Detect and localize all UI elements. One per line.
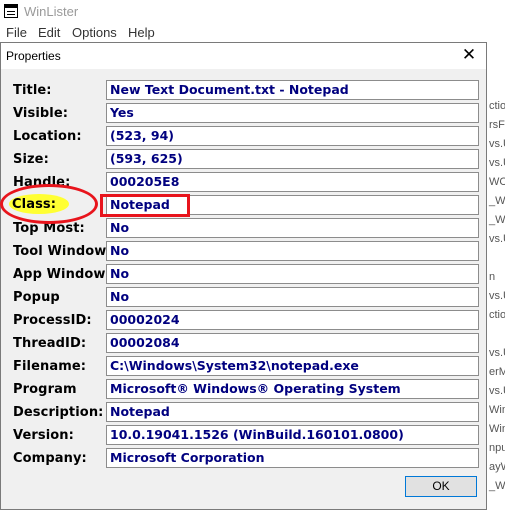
label-filename: Filename:: [13, 359, 87, 374]
background-window-list: ctio rsFo vs.U vs.U WC _W _W vs.U n vs.U…: [486, 43, 505, 510]
background-list-item: Win: [489, 423, 505, 435]
background-list-item: Win: [489, 404, 505, 416]
field-company[interactable]: Microsoft Corporation: [106, 448, 479, 468]
field-size[interactable]: (593, 625): [106, 149, 479, 169]
background-list-item: vs.U: [489, 385, 505, 397]
field-tool-window[interactable]: No: [106, 241, 479, 261]
label-version: Version:: [13, 428, 74, 443]
label-visible: Visible:: [13, 106, 69, 121]
background-list-item: erM: [489, 366, 505, 378]
label-description: Description:: [13, 405, 104, 420]
label-company: Company:: [13, 451, 87, 466]
menu-options[interactable]: Options: [72, 25, 117, 40]
label-location: Location:: [13, 129, 82, 144]
label-thread-id: ThreadID:: [13, 336, 87, 351]
background-list-item: vs.U: [489, 290, 505, 302]
label-tool-window: Tool Window:: [13, 244, 112, 259]
field-popup[interactable]: No: [106, 287, 479, 307]
field-location[interactable]: (523, 94): [106, 126, 479, 146]
background-list-item: vs.U: [489, 347, 505, 359]
ok-button[interactable]: OK: [405, 476, 477, 497]
background-list-item: ayW: [489, 461, 505, 473]
background-list-item: WC: [489, 176, 505, 188]
background-list-item: npu: [489, 442, 505, 454]
field-description[interactable]: Notepad: [106, 402, 479, 422]
field-version[interactable]: 10.0.19041.1526 (WinBuild.160101.0800): [106, 425, 479, 445]
label-class-overlay: Class:: [12, 197, 57, 212]
main-window-titlebar: WinLister: [0, 0, 505, 24]
properties-dialog-titlebar: Properties ✕: [1, 43, 486, 69]
field-app-window[interactable]: No: [106, 264, 479, 284]
label-app-window: App Window:: [13, 267, 111, 282]
menu-file[interactable]: File: [6, 25, 27, 40]
field-top-most[interactable]: No: [106, 218, 479, 238]
menu-help[interactable]: Help: [128, 25, 155, 40]
label-process-id: ProcessID:: [13, 313, 92, 328]
label-title: Title:: [13, 83, 52, 98]
app-window-icon: [4, 4, 18, 18]
background-list-item: ctio: [489, 100, 505, 112]
field-title[interactable]: New Text Document.txt - Notepad: [106, 80, 479, 100]
background-list-item: _W: [489, 214, 505, 226]
properties-dialog-title: Properties: [6, 49, 61, 63]
background-list-item: vs.U: [489, 138, 505, 150]
menu-bar: File Edit Options Help: [0, 24, 505, 43]
properties-dialog: Properties ✕ Title: New Text Document.tx…: [0, 42, 487, 510]
field-process-id[interactable]: 00002024: [106, 310, 479, 330]
class-value-rect-annotation: [100, 194, 190, 217]
field-thread-id[interactable]: 00002084: [106, 333, 479, 353]
background-list-item: n: [489, 271, 496, 283]
menu-edit[interactable]: Edit: [38, 25, 60, 40]
background-list-item: rsFo: [489, 119, 505, 131]
field-handle[interactable]: 000205E8: [106, 172, 479, 192]
close-button[interactable]: ✕: [460, 46, 478, 64]
main-window-title: WinLister: [24, 4, 79, 19]
background-list-item: vs.U: [489, 233, 505, 245]
background-list-item: vs.U: [489, 157, 505, 169]
label-popup: Popup: [13, 290, 60, 305]
background-list-item: _Win: [489, 480, 505, 492]
background-list-item: ctio: [489, 309, 505, 321]
field-program[interactable]: Microsoft® Windows® Operating System: [106, 379, 479, 399]
label-size: Size:: [13, 152, 49, 167]
background-list-item: _W: [489, 195, 505, 207]
label-program: Program: [13, 382, 77, 397]
field-visible[interactable]: Yes: [106, 103, 479, 123]
field-filename[interactable]: C:\Windows\System32\notepad.exe: [106, 356, 479, 376]
